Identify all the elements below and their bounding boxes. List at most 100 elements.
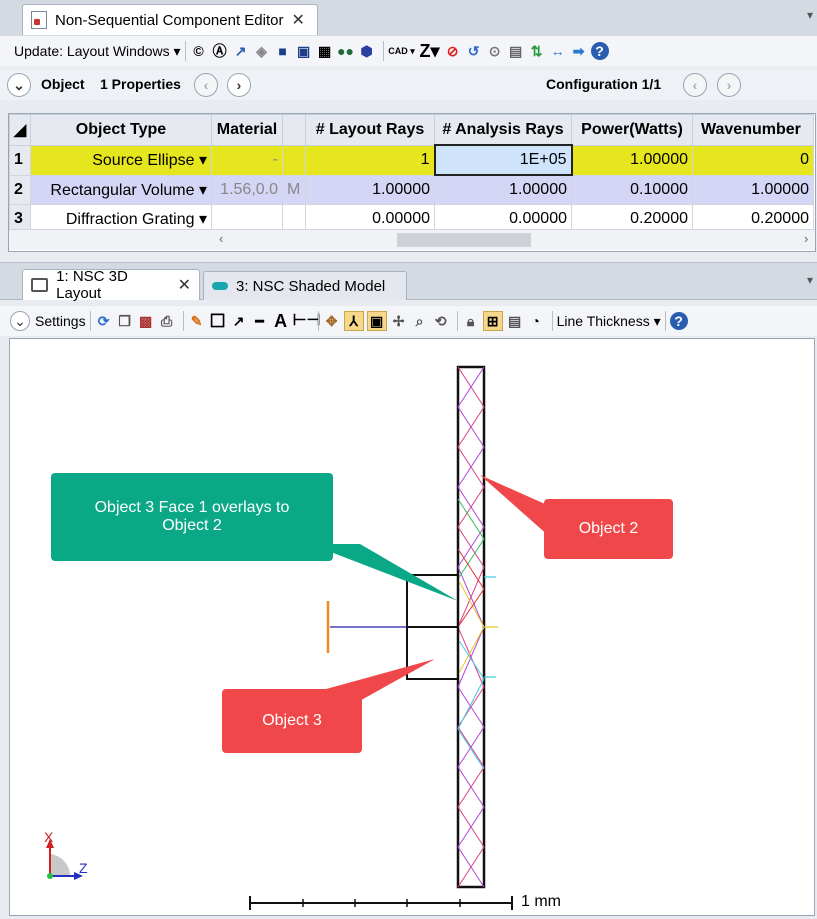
ray-trace-icon[interactable]: ©: [190, 42, 208, 60]
settings-button[interactable]: ⌄ Settings: [10, 311, 86, 331]
cube-icon[interactable]: ■: [274, 42, 292, 60]
layout-drawing: [46, 365, 550, 910]
corner-header[interactable]: ◢: [9, 114, 31, 146]
object-type-cell[interactable]: Source Ellipse ▾: [30, 144, 212, 176]
row-number[interactable]: 1: [9, 144, 31, 176]
scrollbar-thumb[interactable]: [397, 233, 531, 247]
print-icon[interactable]: ⎙: [158, 312, 176, 330]
tab-shaded-model[interactable]: 3: NSC Shaded Model: [203, 271, 407, 300]
wizard-icon[interactable]: ↗: [232, 42, 250, 60]
axes-icon[interactable]: ⅄: [343, 311, 364, 331]
object-type-cell[interactable]: Rectangular Volume ▾: [30, 174, 212, 205]
grid-icon[interactable]: ▦: [316, 42, 334, 60]
window-icon[interactable]: ▤: [506, 312, 524, 330]
analysis-rays-cell[interactable]: 1.00000: [434, 174, 572, 205]
layout-rays-cell[interactable]: 1.00000: [305, 174, 435, 205]
material-solve-cell[interactable]: M: [282, 174, 306, 205]
toolbar-divider: [184, 41, 186, 61]
dropdown-icon[interactable]: ▾: [199, 211, 207, 228]
z-menu-icon[interactable]: Z▾: [419, 42, 441, 60]
clock-icon[interactable]: ◔: [527, 312, 545, 330]
wavenumber-cell[interactable]: 0: [692, 144, 814, 176]
window-menu-icon[interactable]: ▾: [807, 273, 813, 287]
window-menu-icon[interactable]: ▾: [807, 8, 813, 22]
analysis-rays-cell[interactable]: 1E+05: [433, 144, 573, 176]
tab-label: 3: NSC Shaded Model: [236, 277, 386, 295]
cube-group-icon[interactable]: ▣: [295, 42, 313, 60]
tab-nsc-editor[interactable]: Non-Sequential Component Editor ✕: [22, 4, 318, 35]
pencil-icon[interactable]: ✎: [188, 312, 206, 330]
power-cell[interactable]: 1.00000: [571, 144, 693, 176]
material-cell[interactable]: 1.56,0.0: [211, 174, 283, 205]
power-cell[interactable]: 0.10000: [571, 174, 693, 205]
scroll-right-icon[interactable]: ›: [804, 231, 808, 246]
column-header[interactable]: Material: [211, 114, 283, 146]
column-header[interactable]: Object Type: [30, 114, 212, 146]
dots-icon[interactable]: ●●: [337, 42, 355, 60]
horizontal-scrollbar[interactable]: ‹ ›: [9, 229, 815, 250]
table-row[interactable]: 1 Source Ellipse ▾ - 1 1E+05 1.00000 0: [9, 144, 814, 176]
object-gray-icon[interactable]: ◈: [253, 42, 271, 60]
hexagon-icon[interactable]: ⬢: [358, 42, 376, 60]
swap-icon[interactable]: ⇅: [528, 42, 546, 60]
object2-callout-text: Object 2: [578, 520, 639, 537]
layout-canvas[interactable]: X Z 1 mm Object 3 Face 1 overlays to Obj…: [9, 338, 815, 916]
close-icon[interactable]: ✕: [178, 275, 191, 295]
lock-icon[interactable]: 🔒︎: [462, 312, 480, 330]
dimension-icon[interactable]: ⊢⊣: [293, 312, 321, 330]
object-type-value: Rectangular Volume: [50, 181, 195, 199]
frame-icon[interactable]: ⊞: [482, 311, 503, 331]
column-header[interactable]: Wavenumber: [692, 114, 814, 146]
text-icon[interactable]: A: [272, 312, 290, 330]
table-row[interactable]: 2 Rectangular Volume ▾ 1.56,0.0 M 1.0000…: [9, 174, 814, 205]
pan-icon[interactable]: ✢: [390, 312, 408, 330]
toolbar-divider: [89, 311, 91, 331]
expand-icon: ⌄: [10, 311, 30, 331]
column-header[interactable]: # Analysis Rays: [434, 114, 572, 146]
column-header[interactable]: Power(Watts): [571, 114, 693, 146]
refresh-icon[interactable]: ↺: [465, 42, 483, 60]
object2-callout: Object 2: [544, 499, 673, 559]
axis-quadrant: [50, 854, 71, 876]
expand-icon[interactable]: ↔: [549, 42, 567, 60]
page-icon[interactable]: ▤: [507, 42, 525, 60]
rectangle-icon[interactable]: ☐: [209, 312, 227, 330]
material-cell[interactable]: -: [211, 144, 283, 176]
next-object-icon[interactable]: ›: [227, 73, 251, 97]
material-solve-cell[interactable]: [282, 144, 306, 176]
copy-icon[interactable]: ❐: [116, 312, 134, 330]
update-dropdown[interactable]: Update: Layout Windows ▾: [14, 43, 181, 60]
collapse-icon[interactable]: ⌄: [7, 73, 31, 97]
layout-rays-cell[interactable]: 1: [305, 144, 435, 176]
line-icon[interactable]: ↗: [230, 312, 248, 330]
tab-3d-layout[interactable]: 1: NSC 3D Layout ✕: [22, 268, 200, 302]
row-number[interactable]: 2: [9, 174, 31, 205]
help-icon[interactable]: ?: [590, 42, 609, 60]
thick-line-icon[interactable]: ━: [251, 312, 269, 330]
wavenumber-cell[interactable]: 1.00000: [692, 174, 814, 205]
view-icon[interactable]: ▣: [366, 311, 387, 331]
cad-dropdown-icon[interactable]: CAD ▾: [388, 42, 416, 60]
zoom-icon[interactable]: ⌕: [411, 312, 429, 330]
line-thickness-dropdown[interactable]: Line Thickness ▾: [557, 313, 661, 330]
column-header[interactable]: # Layout Rays: [305, 114, 435, 146]
prev-object-icon[interactable]: ‹: [194, 73, 218, 97]
toggle-icon[interactable]: ⊙: [486, 42, 504, 60]
dropdown-icon[interactable]: ▾: [199, 182, 207, 199]
reset-view-icon[interactable]: ⟲: [432, 312, 450, 330]
update-label: Update: Layout Windows: [14, 42, 170, 59]
analysis-icon[interactable]: Ⓐ: [211, 42, 229, 60]
close-icon[interactable]: ✕: [291, 10, 304, 30]
editor-tabstrip: Non-Sequential Component Editor ✕ ▾: [0, 0, 817, 37]
line-thickness-label: Line Thickness: [556, 312, 650, 329]
next-config-icon[interactable]: ›: [717, 73, 741, 97]
save-icon[interactable]: ▩: [137, 312, 155, 330]
arrow-right-icon[interactable]: ➡: [570, 42, 588, 60]
refresh-icon[interactable]: ⟳: [95, 312, 113, 330]
rotate-icon[interactable]: ✥: [323, 312, 341, 330]
scroll-left-icon[interactable]: ‹: [219, 231, 223, 246]
dropdown-icon[interactable]: ▾: [199, 152, 207, 169]
stop-icon[interactable]: ⊘: [444, 42, 462, 60]
help-icon[interactable]: ?: [669, 312, 688, 330]
prev-config-icon[interactable]: ‹: [683, 73, 707, 97]
